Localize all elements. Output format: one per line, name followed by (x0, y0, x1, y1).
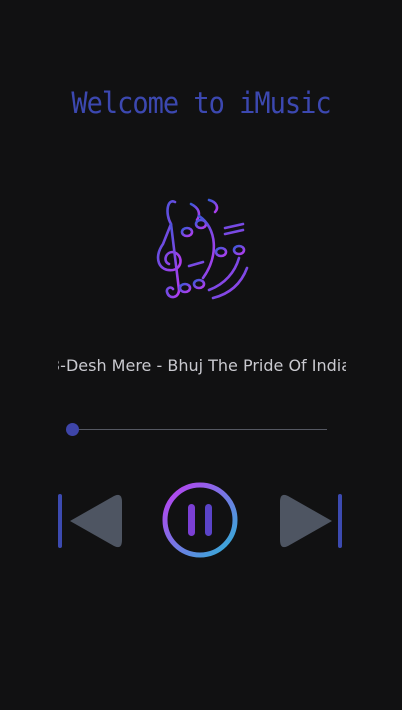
skip-previous-button[interactable] (56, 490, 126, 552)
now-playing-title: 3-Desh Mere - Bhuj The Pride Of India (58, 356, 346, 380)
skip-previous-bar (58, 494, 62, 548)
skip-previous-icon (70, 494, 122, 548)
skip-next-icon (280, 494, 332, 548)
app-title: Welcome to iMusic (71, 86, 331, 121)
seek-track (72, 429, 327, 430)
skip-next-bar (338, 494, 342, 548)
seek-thumb[interactable] (66, 423, 79, 436)
seek-bar[interactable] (64, 420, 330, 440)
play-pause-button[interactable] (160, 480, 240, 560)
skip-next-button[interactable] (276, 490, 346, 552)
track-name: 3-Desh Mere - Bhuj The Pride Of India (58, 356, 346, 375)
music-notes-icon (156, 198, 249, 300)
pause-icon (188, 504, 212, 536)
